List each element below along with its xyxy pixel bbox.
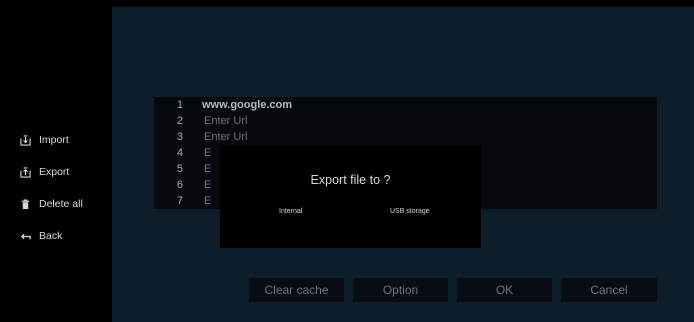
sidebar-item-label: Export: [39, 166, 70, 178]
url-index: 5: [176, 163, 183, 175]
sidebar-item-label: Import: [39, 134, 69, 146]
option-button[interactable]: Option: [353, 278, 448, 302]
back-arrow-icon: [20, 233, 31, 239]
sidebar-item-import[interactable]: Import: [20, 132, 69, 148]
url-index: 3: [176, 131, 183, 143]
sidebar: Import Export Delete all Back: [0, 0, 112, 322]
trash-icon: [21, 199, 30, 209]
url-placeholder: E: [204, 195, 212, 207]
internal-option[interactable]: Internal: [279, 208, 302, 215]
sidebar-item-delete-all[interactable]: Delete all: [20, 196, 83, 212]
url-index: 4: [176, 147, 183, 159]
url-placeholder: Enter Url: [204, 115, 248, 127]
url-index: 7: [176, 195, 183, 207]
list-item[interactable]: 1 www.google.com: [154, 99, 657, 112]
url-placeholder: Enter Url: [204, 131, 248, 143]
url-placeholder: E: [204, 163, 212, 175]
url-value: www.google.com: [202, 99, 293, 111]
export-dialog: Export file to ? Internal USB storage: [220, 145, 481, 248]
sidebar-item-back[interactable]: Back: [20, 228, 62, 244]
sidebar-item-export[interactable]: Export: [20, 164, 69, 180]
list-item[interactable]: 3 Enter Url: [154, 131, 657, 144]
ok-button[interactable]: OK: [457, 278, 552, 302]
sidebar-item-label: Delete all: [39, 198, 83, 210]
url-placeholder: E: [204, 147, 212, 159]
dialog-title: Export file to ?: [310, 173, 391, 187]
import-icon: [20, 134, 31, 146]
url-index: 6: [176, 179, 183, 191]
export-icon: [20, 166, 31, 178]
sidebar-item-label: Back: [39, 230, 63, 242]
url-index: 1: [176, 99, 183, 111]
list-item[interactable]: 2 Enter Url: [154, 115, 657, 128]
cancel-button[interactable]: Cancel: [561, 278, 657, 302]
url-index: 2: [176, 115, 183, 127]
url-placeholder: E: [204, 179, 212, 191]
clear-cache-button[interactable]: Clear cache: [249, 278, 344, 302]
screen: Import Export Delete all Back 1 www.goog…: [0, 0, 694, 322]
usb-storage-option[interactable]: USB storage: [390, 208, 430, 215]
